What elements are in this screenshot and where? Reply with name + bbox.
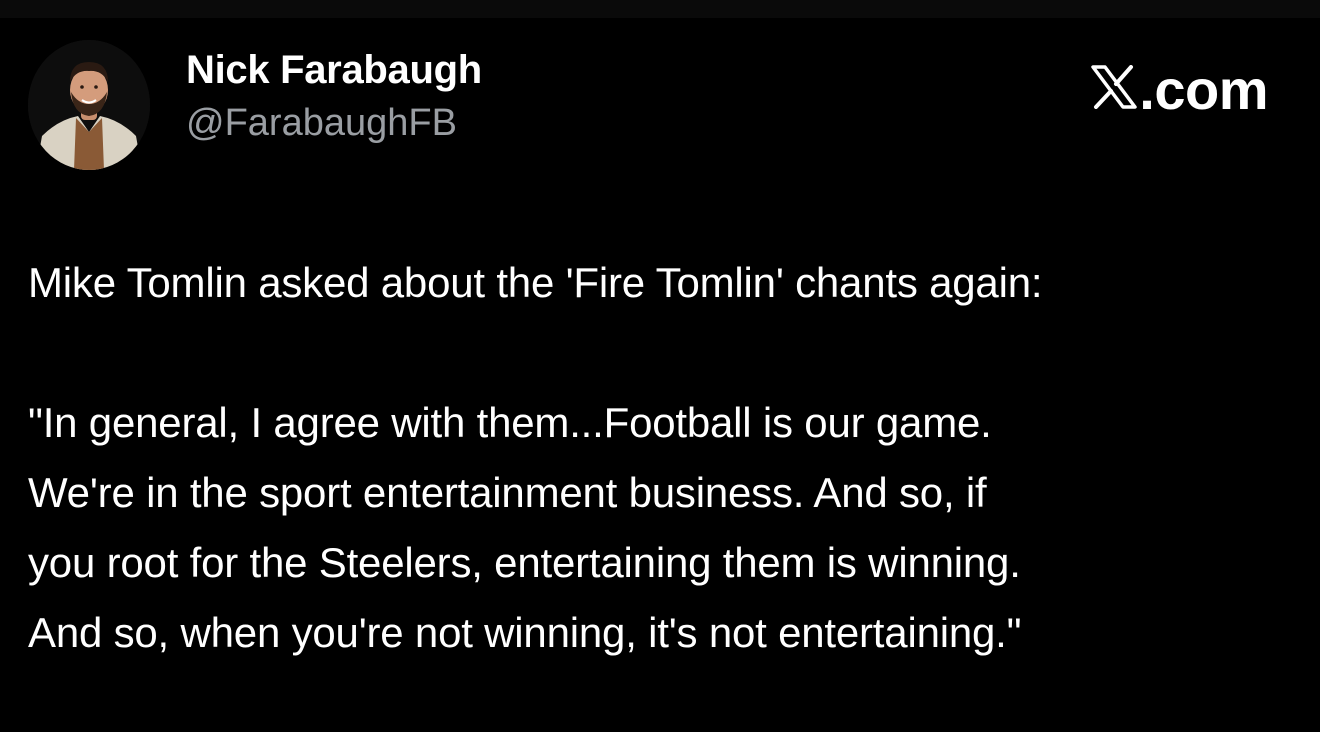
author-handle[interactable]: @FarabaughFB (186, 100, 482, 146)
post-card: Nick Farabaugh @FarabaughFB .com Mike To… (0, 0, 1320, 732)
brand-domain: .com (1139, 58, 1268, 121)
post-header: Nick Farabaugh @FarabaughFB (28, 40, 482, 170)
author-names: Nick Farabaugh @FarabaughFB (186, 46, 482, 146)
brand-watermark: .com (1091, 58, 1268, 122)
author-display-name[interactable]: Nick Farabaugh (186, 46, 482, 94)
avatar-photo-icon (28, 40, 150, 170)
post-line: you root for the Steelers, entertaining … (28, 539, 1021, 586)
post-text: Mike Tomlin asked about the 'Fire Tomlin… (28, 248, 1298, 668)
top-edge-bar (0, 0, 1320, 18)
post-line: "In general, I agree with them...Footbal… (28, 399, 992, 446)
avatar[interactable] (28, 40, 150, 170)
post-line: And so, when you're not winning, it's no… (28, 609, 1022, 656)
paragraph-break (28, 318, 1298, 388)
post-line: We're in the sport entertainment busines… (28, 469, 987, 516)
x-logo-icon (1091, 58, 1138, 122)
post-line: Mike Tomlin asked about the 'Fire Tomlin… (28, 259, 1043, 306)
